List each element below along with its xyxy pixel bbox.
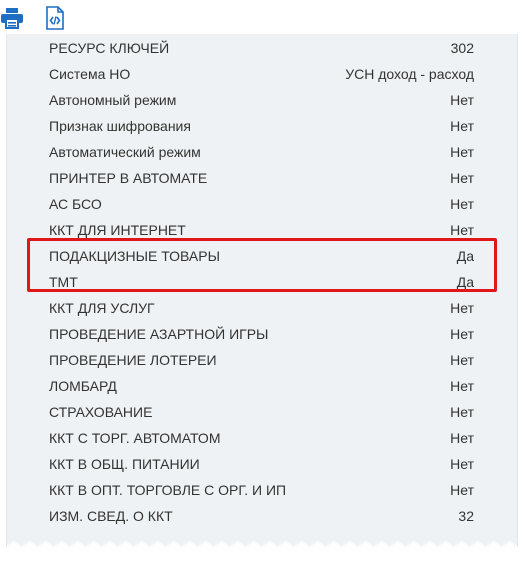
print-button[interactable] <box>0 5 25 31</box>
receipt-row: ККТ С ТОРГ. АВТОМАТОМ Нет <box>49 428 474 448</box>
receipt-row-value: Нет <box>450 118 474 134</box>
receipt-row-label: ПРОВЕДЕНИЕ АЗАРТНОЙ ИГРЫ <box>49 326 269 342</box>
receipt-row-label: СТРАХОВАНИЕ <box>49 404 153 420</box>
receipt-row-label: АС БСО <box>49 196 102 212</box>
receipt-row-value: Нет <box>450 300 474 316</box>
toolbar <box>0 0 523 34</box>
receipt-row-label: Автономный режим <box>49 92 177 108</box>
receipt-row: ПРИНТЕР В АВТОМАТЕ Нет <box>49 168 474 188</box>
receipt-row-value: Нет <box>450 482 474 498</box>
receipt-row-label: Признак шифрования <box>49 118 191 134</box>
receipt-row: ККТ ДЛЯ УСЛУГ Нет <box>49 298 474 318</box>
receipt-row-value: Нет <box>450 170 474 186</box>
receipt-row: Признак шифрования Нет <box>49 116 474 136</box>
receipt-row-label: ПРОВЕДЕНИЕ ЛОТЕРЕИ <box>49 352 217 368</box>
receipt-row: Система НО УСН доход - расход <box>49 64 474 84</box>
receipt-row-value: Нет <box>450 430 474 446</box>
xml-file-icon <box>46 6 64 30</box>
receipt-row-value: Нет <box>450 222 474 238</box>
receipt-row-label: ИЗМ. СВЕД. О ККТ <box>49 508 173 524</box>
receipt-row: СТРАХОВАНИЕ Нет <box>49 402 474 422</box>
receipt-row-label: РЕСУРС КЛЮЧЕЙ <box>49 40 170 56</box>
receipt-row-label: ПРИНТЕР В АВТОМАТЕ <box>49 170 208 186</box>
receipt-row-value: Нет <box>450 352 474 368</box>
receipt-row-label: ККТ В ОБЩ. ПИТАНИИ <box>49 456 200 472</box>
receipt-row: ЛОМБАРД Нет <box>49 376 474 396</box>
receipt-row-label: Система НО <box>49 66 131 82</box>
receipt-row-value: Нет <box>450 92 474 108</box>
receipt-row: ПРОВЕДЕНИЕ ЛОТЕРЕИ Нет <box>49 350 474 370</box>
receipt-row: ККТ ДЛЯ ИНТЕРНЕТ Нет <box>49 220 474 240</box>
receipt-row-value: Нет <box>450 196 474 212</box>
receipt-row-label: ККТ В ОПТ. ТОРГОВЛЕ С ОРГ. И ИП <box>49 482 287 498</box>
receipt-row-value: Нет <box>450 378 474 394</box>
xml-button[interactable] <box>42 5 68 31</box>
receipt-row-label: Автоматический режим <box>49 144 201 160</box>
receipt-row: ИЗМ. СВЕД. О ККТ 32 <box>49 506 474 526</box>
receipt-panel: РЕСУРС КЛЮЧЕЙ 302 Система НО УСН доход - ра… <box>6 34 518 559</box>
receipt-row: ПРОВЕДЕНИЕ АЗАРТНОЙ ИГРЫ Нет <box>49 324 474 344</box>
receipt-row: ККТ В ОПТ. ТОРГОВЛЕ С ОРГ. И ИП Нет <box>49 480 474 500</box>
receipt-torn-edge <box>6 541 518 561</box>
printer-icon <box>1 8 23 29</box>
receipt-row-label: ККТ ДЛЯ ИНТЕРНЕТ <box>49 222 186 238</box>
highlight-box <box>27 238 497 292</box>
receipt-row: ККТ В ОБЩ. ПИТАНИИ Нет <box>49 454 474 474</box>
receipt-row-label: ККТ ДЛЯ УСЛУГ <box>49 300 155 316</box>
receipt-row-value: Нет <box>450 326 474 342</box>
receipt-row: РЕСУРС КЛЮЧЕЙ 302 <box>49 38 474 58</box>
receipt-row-value: 32 <box>458 508 474 524</box>
receipt-row-value: Нет <box>450 456 474 472</box>
receipt-row-value: Нет <box>450 404 474 420</box>
receipt-row: АС БСО Нет <box>49 194 474 214</box>
receipt-row-label: ЛОМБАРД <box>49 378 117 394</box>
receipt-row: Автоматический режим Нет <box>49 142 474 162</box>
receipt-row: Автономный режим Нет <box>49 90 474 110</box>
receipt-row-label: ККТ С ТОРГ. АВТОМАТОМ <box>49 430 221 446</box>
receipt-row-value: 302 <box>450 40 474 56</box>
receipt-row-value: УСН доход - расход <box>345 66 474 82</box>
receipt-row-value: Нет <box>450 144 474 160</box>
